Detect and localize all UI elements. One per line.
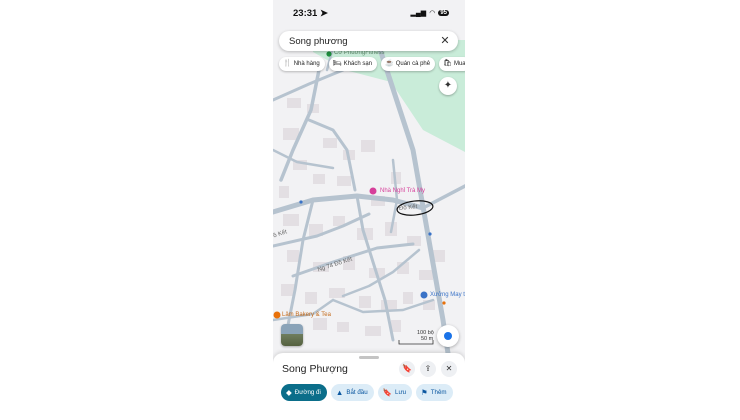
coffee-cup-icon: ☕	[385, 60, 394, 67]
add-button[interactable]: ⚑ Thêm	[416, 384, 453, 401]
layers-button[interactable]: ✦	[439, 77, 457, 95]
chip-hotels[interactable]: 🛏 Khách sạn	[328, 57, 377, 71]
chip-cafes[interactable]: ☕ Quán cà phê	[381, 57, 436, 71]
close-icon[interactable]: ✕	[438, 34, 452, 48]
wifi-icon: ◠	[429, 10, 436, 17]
gym-pin	[326, 51, 332, 57]
poi-pin-pink	[369, 187, 377, 195]
navigation-arrow-icon: ▲	[335, 388, 344, 397]
bakery-pin	[273, 311, 281, 319]
search-bar[interactable]: Song phương ✕	[279, 31, 458, 51]
save-button[interactable]: 🔖 Lưu	[377, 384, 413, 401]
bookmark-icon: 🔖	[382, 388, 392, 397]
search-input[interactable]: Song phương	[289, 36, 348, 47]
status-bar: 23:31 ➤ ▂▄▆ ◠ 95	[273, 0, 465, 28]
blue-dot-right	[428, 232, 432, 236]
category-chips: 🍴 Nhà hàng 🛏 Khách sạn ☕ Quán cà phê 🛍 Mua	[279, 57, 465, 71]
bookmark-icon[interactable]: 🔖	[399, 361, 415, 377]
layers-sparkle-icon: ✦	[443, 80, 453, 91]
battery-icon: 95	[438, 10, 449, 16]
status-time: 23:31 ➤	[293, 8, 328, 19]
scale-meters: 50 m	[421, 336, 434, 342]
start-button[interactable]: ▲ Bắt đầu	[330, 384, 374, 401]
bakery-label[interactable]: Lâm Bakery & Tea	[282, 312, 331, 318]
shopping-bag-icon: 🛍	[443, 60, 452, 67]
directions-button[interactable]: ◆ Đường đi	[281, 384, 327, 401]
flag-icon: ⚑	[421, 388, 428, 397]
blue-dot-left	[299, 200, 303, 204]
phone-screen: Cơ PhuởngFitness Nhà Nghỉ Trà My Đồ Kết …	[273, 0, 465, 420]
signal-icon: ▂▄▆	[410, 10, 427, 17]
action-buttons: ◆ Đường đi ▲ Bắt đầu 🔖 Lưu ⚑ Thêm	[281, 384, 453, 401]
chip-shopping[interactable]: 🛍 Mua	[439, 57, 465, 71]
location-dot-icon	[444, 332, 452, 340]
place-title: Song Phượng	[282, 363, 348, 375]
workshop-label[interactable]: Xưởng May t	[430, 292, 465, 298]
workshop-pin	[420, 291, 428, 299]
fork-knife-icon: 🍴	[283, 60, 292, 67]
share-icon[interactable]: ⇪	[420, 361, 436, 377]
map-scale: 100 bộ 50 m	[401, 330, 434, 342]
status-icons: ▂▄▆ ◠ 95	[410, 9, 449, 17]
close-icon[interactable]: ✕	[441, 361, 457, 377]
bed-icon: 🛏	[332, 60, 342, 67]
orange-dot	[442, 301, 446, 305]
place-sheet[interactable]: Song Phượng 🔖 ⇪ ✕ ◆ Đường đi ▲ Bắt đầu 🔖 Lư…	[273, 353, 465, 420]
chip-restaurants[interactable]: 🍴 Nhà hàng	[279, 57, 325, 71]
my-location-button[interactable]	[437, 325, 459, 347]
sheet-drag-handle[interactable]	[359, 356, 379, 359]
directions-icon: ◆	[286, 388, 292, 397]
guesthouse-label[interactable]: Nhà Nghỉ Trà My	[380, 188, 425, 194]
street-view-thumbnail[interactable]	[281, 324, 303, 346]
